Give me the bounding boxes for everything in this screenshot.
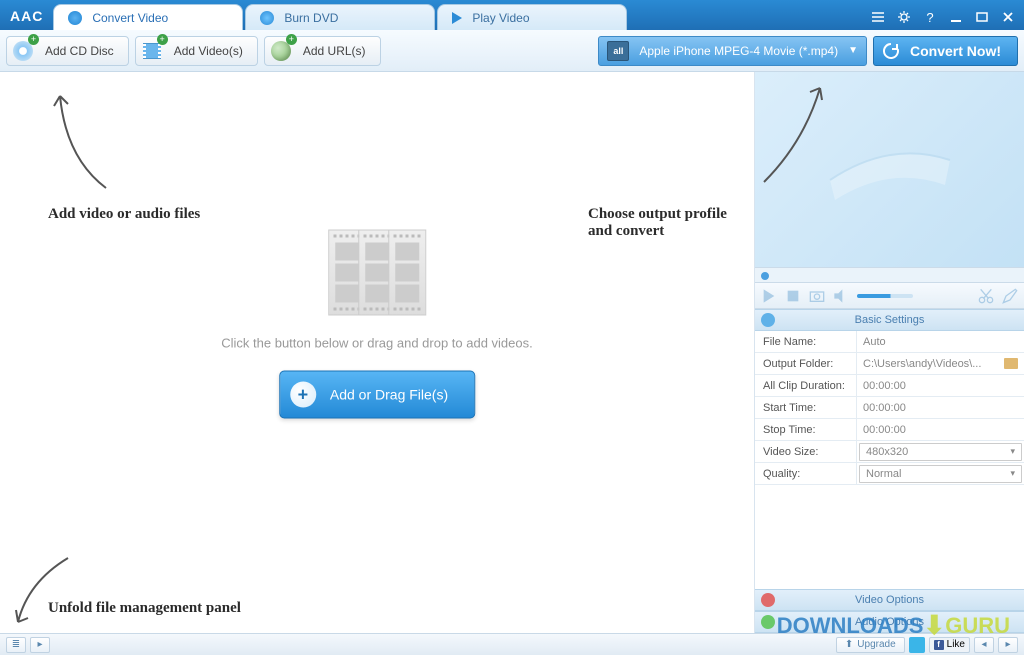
watermark: DOWNLOADS⬇GURU [777,610,1010,641]
app-logo: AAC [0,8,53,30]
output-profile-dropdown[interactable]: all Apple iPhone MPEG-4 Movie (*.mp4) ▼ [598,36,867,66]
disc-icon [11,39,35,63]
button-label: Add CD Disc [45,44,114,58]
preview-timeline[interactable] [755,267,1024,283]
preview-pane [755,72,1024,267]
button-label: Add URL(s) [303,44,366,58]
setting-label: Start Time: [755,397,857,418]
film-icon [140,39,164,63]
tab-burn-dvd[interactable]: Burn DVD [245,4,435,30]
window-controls: ? [868,8,1018,30]
volume-icon[interactable] [833,288,849,304]
setting-value: 00:00:00 [857,375,1024,396]
add-cd-disc-button[interactable]: Add CD Disc [6,36,129,66]
cut-icon[interactable] [978,288,994,304]
tab-convert-video[interactable]: Convert Video [53,4,243,30]
tab-label: Convert Video [92,11,168,25]
playhead-icon[interactable] [761,272,769,280]
filmstrip-icon [820,130,960,210]
drop-hint: Click the button below or drag and drop … [221,336,532,351]
setting-label: Stop Time: [755,419,857,440]
setting-label: All Clip Duration: [755,375,857,396]
profile-label: Apple iPhone MPEG-4 Movie (*.mp4) [639,44,838,58]
section-title: Basic Settings [855,314,925,326]
gear-icon[interactable] [894,8,914,26]
setting-label: Video Size: [755,441,857,462]
toolbar: Add CD Disc Add Video(s) Add URL(s) all … [0,30,1024,72]
setting-all-clip-duration: All Clip Duration: 00:00:00 [755,375,1024,397]
close-icon[interactable] [998,8,1018,26]
annotation-choose-profile: Choose output profile and convert [588,206,754,240]
section-title: Video Options [855,594,924,606]
setting-video-size: Video Size: 480x320▾ [755,441,1024,463]
video-size-dropdown[interactable]: 480x320▾ [859,443,1022,461]
globe-icon [269,39,293,63]
basic-settings-table: File Name: Auto Output Folder: C:\Users\… [755,331,1024,485]
tab-label: Burn DVD [284,11,338,25]
refresh-icon [882,42,900,60]
list-view-button[interactable]: ≣ [6,637,26,653]
annotation-unfold-panel: Unfold file management panel [48,600,241,617]
add-urls-button[interactable]: Add URL(s) [264,36,381,66]
maximize-icon[interactable] [972,8,992,26]
filmstrip-graphic [332,230,422,316]
setting-label: Quality: [755,463,857,484]
button-label: Add or Drag File(s) [330,387,448,403]
stop-icon[interactable] [785,288,801,304]
basic-settings-header[interactable]: Basic Settings [755,309,1024,331]
setting-value[interactable]: 00:00:00 [857,397,1024,418]
all-formats-icon: all [607,41,629,61]
audio-icon [761,615,775,629]
expand-panel-button[interactable]: ▸ [30,637,50,653]
setting-value[interactable]: C:\Users\andy\Videos\... [857,353,1024,374]
right-panel: Basic Settings File Name: Auto Output Fo… [754,72,1024,633]
titlebar: AAC Convert Video Burn DVD Play Video ? [0,0,1024,30]
chevron-down-icon: ▾ [1010,446,1015,457]
chevron-down-icon: ▾ [1010,468,1015,479]
chevron-down-icon: ▼ [848,45,858,56]
video-options-header[interactable]: Video Options [755,589,1024,611]
setting-value[interactable]: Auto [857,331,1024,352]
file-list-panel: Add video or audio files Choose output p… [0,72,754,633]
button-label: Convert Now! [910,43,1001,59]
setting-stop-time: Stop Time: 00:00:00 [755,419,1024,441]
disc-icon [260,11,274,25]
menu-icon[interactable] [868,8,888,26]
setting-output-folder: Output Folder: C:\Users\andy\Videos\... [755,353,1024,375]
convert-icon [68,11,82,25]
volume-slider[interactable] [857,294,913,298]
play-icon[interactable] [761,288,777,304]
gear-icon [761,313,775,327]
convert-now-button[interactable]: Convert Now! [873,36,1018,66]
help-icon[interactable]: ? [920,8,940,26]
setting-label: File Name: [755,331,857,352]
setting-label: Output Folder: [755,353,857,374]
drop-area[interactable]: Click the button below or drag and drop … [221,230,532,419]
add-or-drag-files-button[interactable]: + Add or Drag File(s) [279,371,475,419]
setting-file-name: File Name: Auto [755,331,1024,353]
preview-controls [755,283,1024,309]
folder-icon[interactable] [1004,358,1018,369]
add-videos-button[interactable]: Add Video(s) [135,36,258,66]
setting-value[interactable]: 00:00:00 [857,419,1024,440]
plus-icon: + [290,382,316,408]
snapshot-icon[interactable] [809,288,825,304]
setting-quality: Quality: Normal▾ [755,463,1024,485]
main-area: Add video or audio files Choose output p… [0,72,1024,633]
play-icon [452,12,462,24]
setting-start-time: Start Time: 00:00:00 [755,397,1024,419]
video-icon [761,593,775,607]
minimize-icon[interactable] [946,8,966,26]
annotation-add-files: Add video or audio files [48,206,200,223]
edit-icon[interactable] [1002,288,1018,304]
button-label: Add Video(s) [174,44,243,58]
tab-play-video[interactable]: Play Video [437,4,627,30]
main-tabs: Convert Video Burn DVD Play Video [53,0,868,30]
quality-dropdown[interactable]: Normal▾ [859,465,1022,483]
tab-label: Play Video [472,11,529,25]
